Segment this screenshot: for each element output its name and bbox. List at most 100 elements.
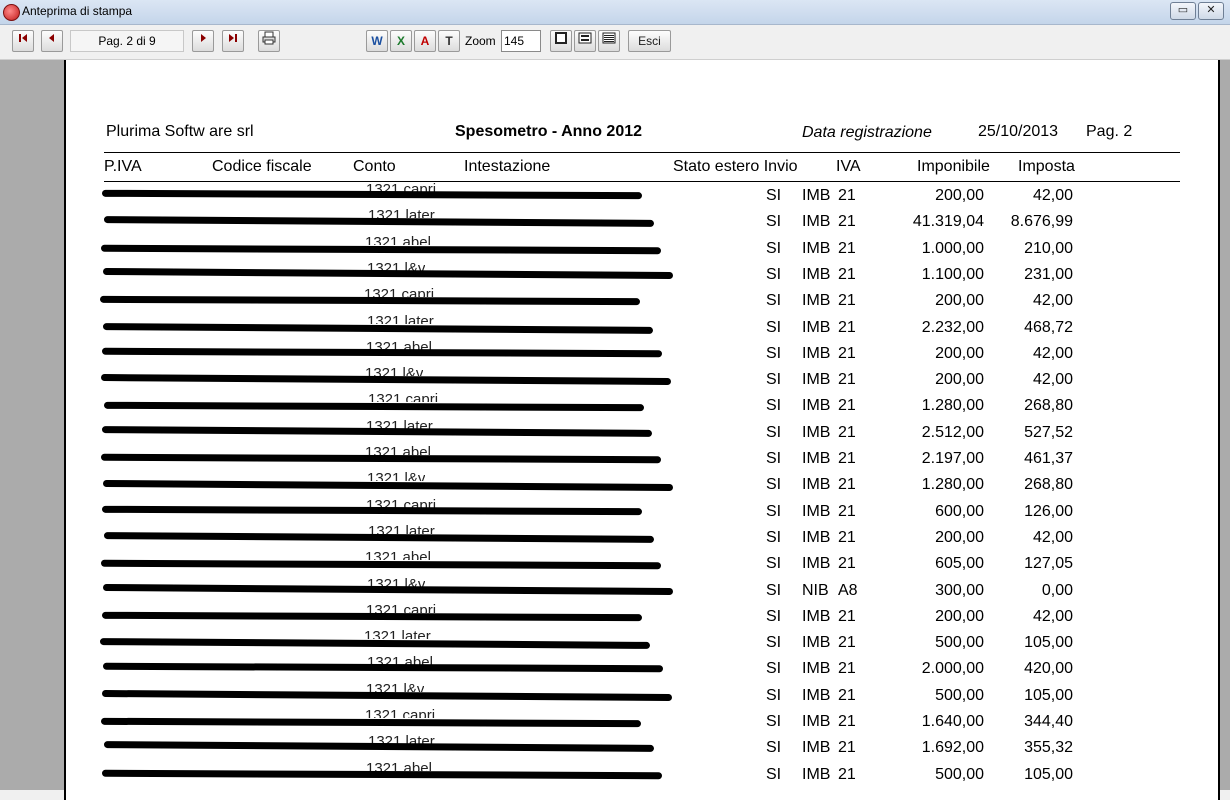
imponibile-cell: 2.000,00 bbox=[921, 660, 984, 677]
redaction-mark bbox=[102, 323, 654, 334]
conto-cell: 1321 later bbox=[367, 313, 434, 324]
redaction-mark bbox=[99, 638, 651, 649]
first-page-icon bbox=[19, 34, 27, 42]
export-excel-button[interactable]: X bbox=[390, 30, 412, 52]
next-page-button[interactable] bbox=[192, 30, 214, 52]
imposta-cell: 355,32 bbox=[1024, 739, 1073, 756]
table-row: 1321 l&v SI NIB A8 300,00 0,00 bbox=[66, 576, 1216, 603]
export-pdf-button[interactable]: A bbox=[414, 30, 436, 52]
table-row: 1321 l&v SI IMB 21 1.100,00 231,00 bbox=[66, 260, 1216, 287]
invio-cell: SI bbox=[766, 739, 782, 756]
table-row: 1321 capri SI IMB 21 200,00 42,00 bbox=[66, 286, 1216, 313]
tipo-cell: IMB bbox=[802, 266, 831, 283]
conto-cell: 1321 capri bbox=[364, 286, 435, 297]
redaction-mark bbox=[102, 584, 674, 595]
table-row: 1321 later SI IMB 21 2.512,00 527,52 bbox=[66, 418, 1216, 445]
iva-cell: 21 bbox=[838, 660, 856, 677]
exit-button[interactable]: Esci bbox=[628, 30, 671, 52]
iva-cell: 21 bbox=[838, 476, 856, 493]
date-value: 25/10/2013 bbox=[978, 123, 1059, 140]
imposta-cell: 8.676,99 bbox=[1010, 213, 1073, 230]
conto-cell: 1321 abel bbox=[365, 444, 431, 455]
iva-cell: A8 bbox=[838, 582, 858, 599]
imponibile-cell: 200,00 bbox=[935, 292, 984, 309]
imposta-cell: 42,00 bbox=[1032, 608, 1073, 625]
imponibile-cell: 200,00 bbox=[935, 371, 984, 388]
table-row: 1321 capri SI IMB 21 1.280,00 268,80 bbox=[66, 391, 1216, 418]
tipo-cell: IMB bbox=[802, 660, 831, 677]
page-width-icon bbox=[578, 32, 592, 44]
zoom-full-page-button[interactable] bbox=[550, 30, 572, 52]
imposta-cell: 0,00 bbox=[1041, 582, 1073, 599]
invio-cell: SI bbox=[766, 319, 782, 336]
table-row: 1321 capri SI IMB 21 200,00 42,00 bbox=[66, 181, 1216, 208]
zoom-page-width-button[interactable] bbox=[574, 30, 596, 52]
conto-cell: 1321 capri bbox=[368, 391, 439, 402]
conto-cell: 1321 capri bbox=[366, 602, 437, 613]
tipo-cell: IMB bbox=[802, 371, 831, 388]
zoom-input[interactable] bbox=[501, 30, 541, 52]
zoom-text-width-button[interactable] bbox=[598, 30, 620, 52]
imposta-cell: 468,72 bbox=[1024, 319, 1073, 336]
header-rule-top bbox=[104, 152, 1180, 153]
imponibile-cell: 500,00 bbox=[935, 687, 984, 704]
tipo-cell: IMB bbox=[802, 345, 831, 362]
table-row: 1321 abel SI IMB 21 605,00 127,05 bbox=[66, 549, 1216, 576]
table-row: 1321 l&v SI IMB 21 200,00 42,00 bbox=[66, 365, 1216, 392]
imponibile-cell: 605,00 bbox=[935, 555, 984, 572]
tipo-cell: IMB bbox=[802, 503, 831, 520]
first-page-button[interactable] bbox=[12, 30, 34, 52]
imponibile-cell: 1.692,00 bbox=[921, 739, 984, 756]
export-word-button[interactable]: W bbox=[366, 30, 388, 52]
tipo-cell: IMB bbox=[802, 555, 831, 572]
last-page-button[interactable] bbox=[222, 30, 244, 52]
iva-cell: 21 bbox=[838, 503, 856, 520]
conto-cell: 1321 abel bbox=[366, 760, 432, 771]
print-button[interactable] bbox=[258, 30, 280, 52]
iva-cell: 21 bbox=[838, 713, 856, 730]
imposta-cell: 105,00 bbox=[1024, 634, 1073, 651]
printer-icon bbox=[262, 31, 276, 45]
invio-cell: SI bbox=[766, 713, 782, 730]
tipo-cell: IMB bbox=[802, 476, 831, 493]
conto-cell: 1321 later bbox=[368, 207, 435, 218]
imposta-cell: 268,80 bbox=[1024, 397, 1073, 414]
close-button[interactable]: ✕ bbox=[1198, 2, 1224, 20]
iva-cell: 21 bbox=[838, 555, 856, 572]
previous-page-button[interactable] bbox=[41, 30, 63, 52]
redaction-mark bbox=[103, 216, 655, 227]
preview-area[interactable]: Plurima Softw are srl Spesometro - Anno … bbox=[0, 60, 1230, 800]
iva-cell: 21 bbox=[838, 397, 856, 414]
tipo-cell: IMB bbox=[802, 240, 831, 257]
table-row: 1321 l&v SI IMB 21 500,00 105,00 bbox=[66, 681, 1216, 708]
table-row: 1321 later SI IMB 21 41.319,04 8.676,99 bbox=[66, 207, 1216, 234]
invio-cell: SI bbox=[766, 187, 782, 204]
redaction-mark bbox=[101, 189, 643, 200]
tipo-cell: IMB bbox=[802, 319, 831, 336]
text-width-icon bbox=[602, 32, 616, 44]
imposta-cell: 42,00 bbox=[1032, 292, 1073, 309]
invio-cell: SI bbox=[766, 345, 782, 362]
col-imponibile: Imponibile bbox=[917, 158, 990, 175]
invio-cell: SI bbox=[766, 397, 782, 414]
imposta-cell: 127,05 bbox=[1024, 555, 1073, 572]
redaction-mark bbox=[102, 480, 674, 491]
last-page-icon bbox=[229, 34, 237, 42]
conto-cell: 1321 later bbox=[364, 628, 431, 639]
redaction-mark bbox=[103, 401, 645, 412]
redaction-mark bbox=[100, 717, 642, 728]
tipo-cell: IMB bbox=[802, 292, 831, 309]
iva-cell: 21 bbox=[838, 292, 856, 309]
table-row: 1321 later SI IMB 21 500,00 105,00 bbox=[66, 628, 1216, 655]
minimize-button[interactable]: ▭ bbox=[1170, 2, 1196, 20]
full-page-icon bbox=[555, 32, 567, 44]
invio-cell: SI bbox=[766, 687, 782, 704]
table-row: 1321 abel SI IMB 21 200,00 42,00 bbox=[66, 339, 1216, 366]
imponibile-cell: 200,00 bbox=[935, 187, 984, 204]
invio-cell: SI bbox=[766, 213, 782, 230]
invio-cell: SI bbox=[766, 608, 782, 625]
col-intestazione: Intestazione bbox=[464, 158, 551, 175]
redaction-mark bbox=[103, 741, 655, 752]
export-text-button[interactable]: T bbox=[438, 30, 460, 52]
tipo-cell: IMB bbox=[802, 397, 831, 414]
